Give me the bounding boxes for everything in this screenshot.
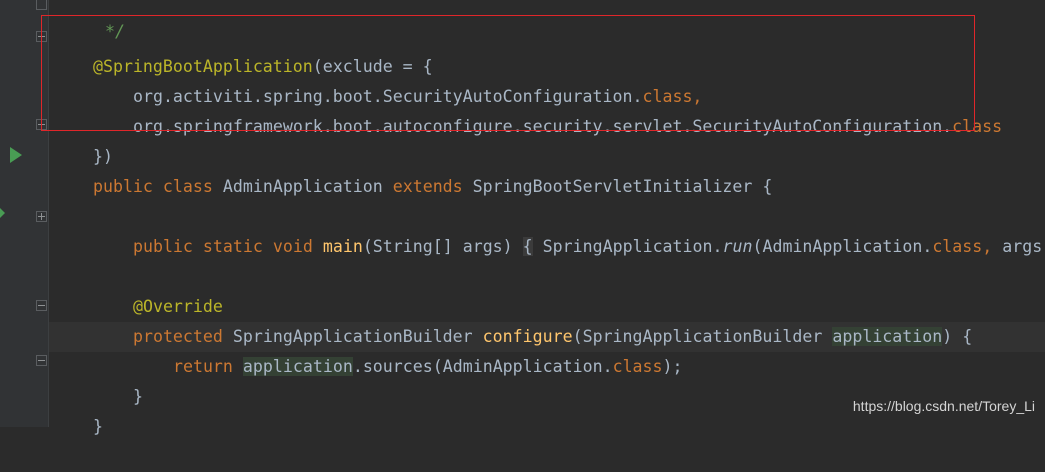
main-method-name: main — [322, 237, 363, 256]
red-highlight-box — [41, 15, 975, 131]
spring-application-ref: SpringApplication. — [542, 237, 723, 256]
class-keyword: class, — [932, 237, 993, 256]
sources-call: .sources(AdminApplication. — [352, 357, 613, 376]
method-close-brace: } — [132, 387, 143, 406]
fold-end-icon[interactable] — [36, 0, 47, 10]
public-keyword: public — [92, 177, 153, 196]
fold-collapse-icon[interactable] — [36, 355, 47, 366]
configure-decl-end: ) { — [942, 327, 973, 346]
fold-expand-icon[interactable] — [36, 211, 47, 222]
application-param: application — [832, 327, 943, 346]
class-name: AdminApplication — [222, 177, 383, 196]
code-line-class-close: } — [53, 382, 103, 436]
run-class-icon[interactable] — [10, 147, 22, 163]
return-keyword: return — [172, 357, 233, 376]
watermark-text: https://blog.csdn.net/Torey_Li — [852, 398, 1035, 414]
code-line-class-decl: public class AdminApplication extends Sp… — [53, 142, 772, 196]
code-editor[interactable]: */ @SpringBootApplication(exclude = { or… — [0, 0, 1045, 436]
parent-class-name: SpringBootServletInitializer — [472, 177, 753, 196]
run-arg-args: args) — [1002, 237, 1045, 256]
code-line-override: @Override — [93, 262, 223, 316]
folded-open-brace[interactable]: { — [522, 237, 533, 256]
class-keyword: class — [612, 357, 663, 376]
fold-collapse-icon[interactable] — [36, 300, 47, 311]
main-params: (String[] args) — [362, 237, 513, 256]
extends-keyword: extends — [392, 177, 463, 196]
class-keyword: class — [162, 177, 213, 196]
run-method-icon[interactable] — [0, 208, 5, 218]
void-keyword: void — [272, 237, 313, 256]
run-arg-class: (AdminApplication. — [752, 237, 933, 256]
application-usage: application — [242, 357, 353, 376]
code-line-method-close: } — [93, 352, 143, 406]
open-brace: { — [762, 177, 773, 196]
run-method-call: run — [722, 237, 753, 256]
static-keyword: static — [202, 237, 263, 256]
code-line-configure-decl: protected SpringApplicationBuilder confi… — [93, 292, 972, 346]
code-line-return: return application.sources(AdminApplicat… — [133, 322, 683, 376]
public-keyword: public — [132, 237, 193, 256]
return-end: ); — [662, 357, 683, 376]
code-line-main-method: public static void main(String[] args) {… — [93, 202, 1045, 256]
